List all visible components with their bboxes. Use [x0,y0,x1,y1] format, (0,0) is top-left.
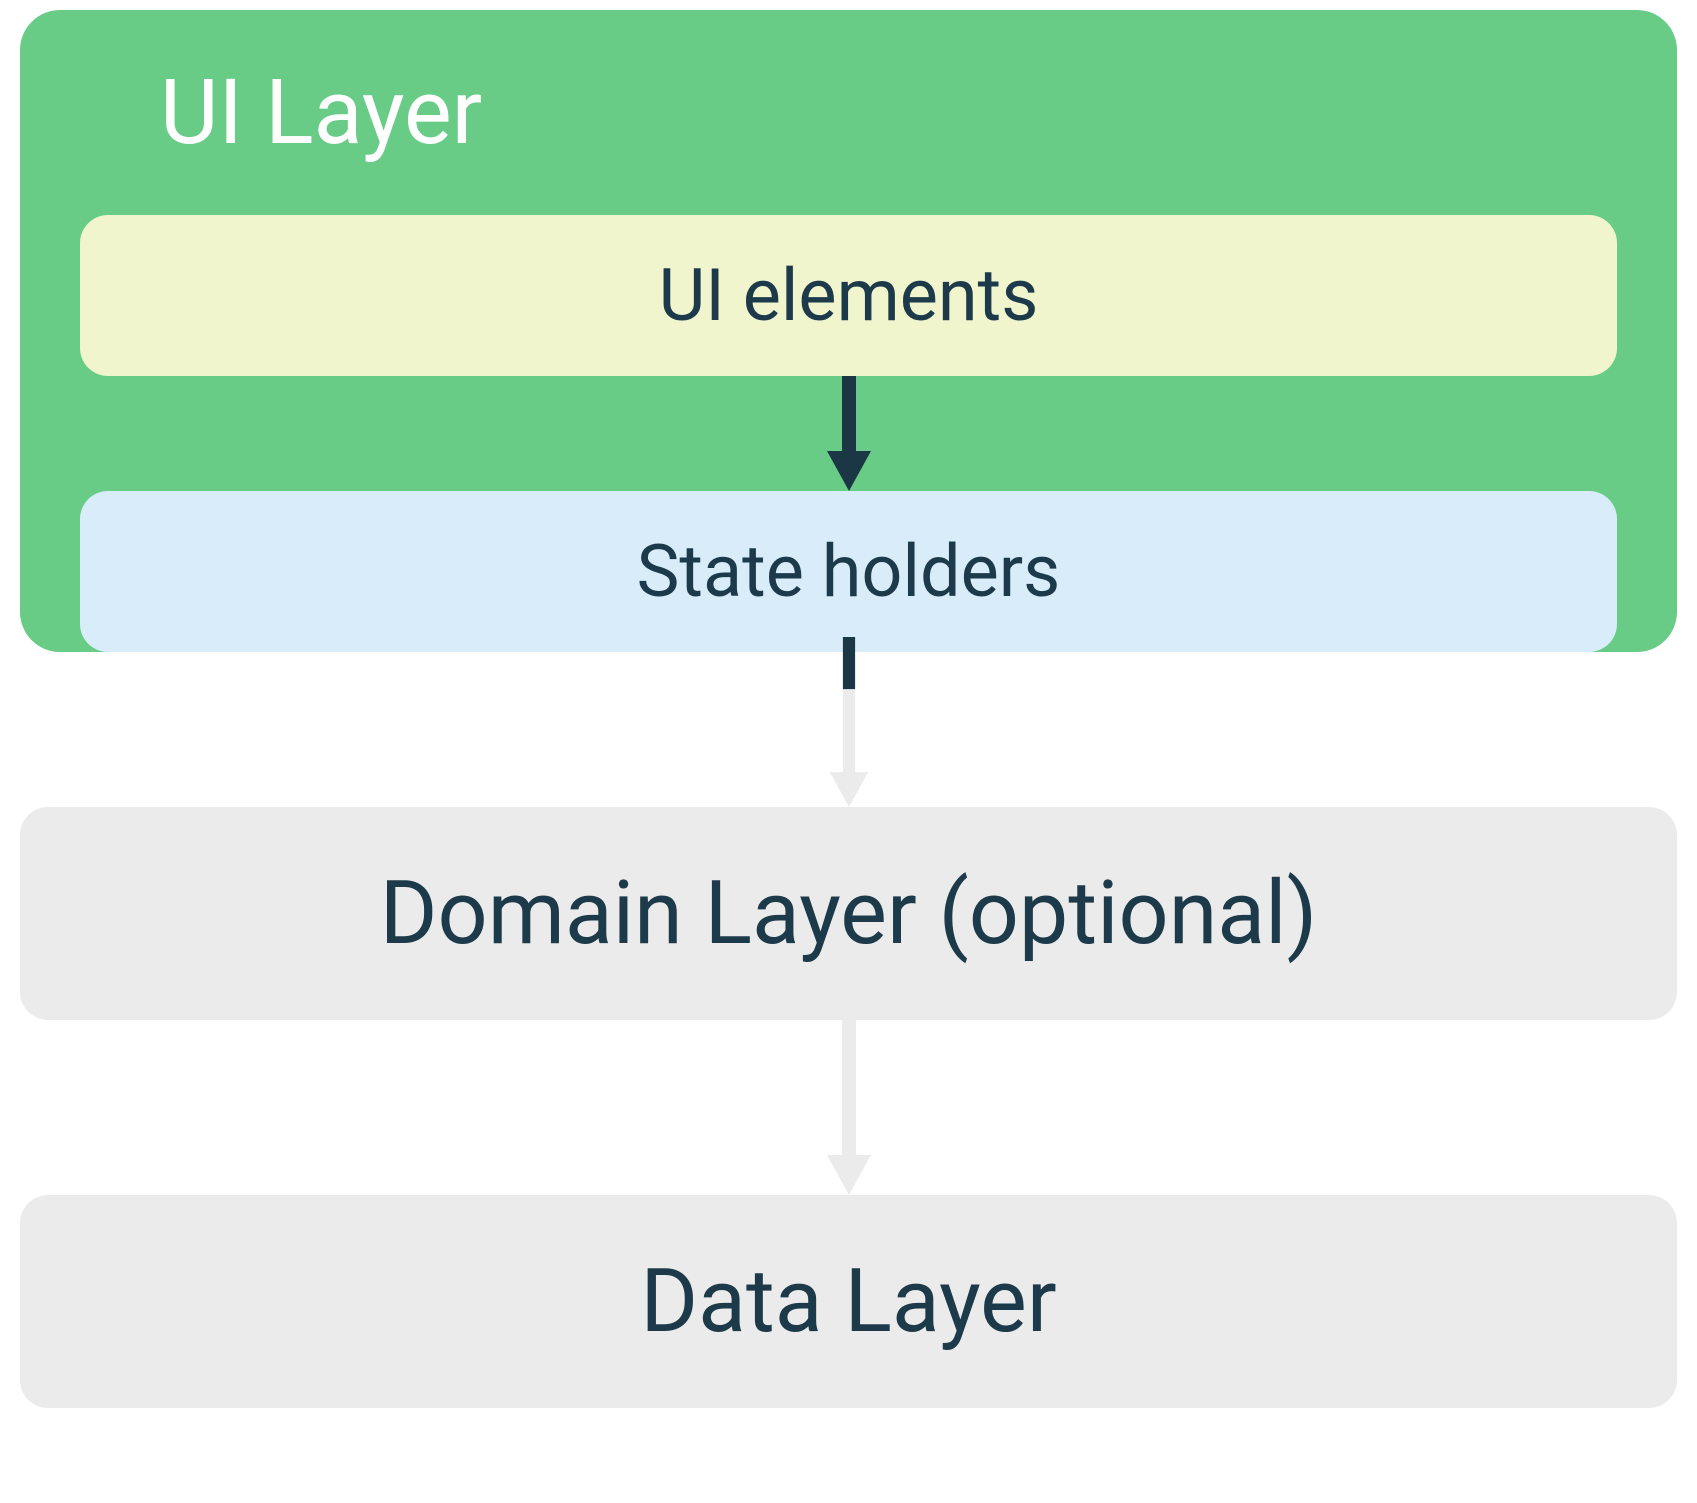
state-holders-label: State holders [637,529,1061,614]
domain-layer-box: Domain Layer (optional) [20,807,1677,1020]
ui-layer-title: UI Layer [160,60,1617,165]
arrow-down-icon [819,376,879,491]
ui-elements-label: UI elements [659,253,1039,338]
arrow-down-icon [819,637,879,807]
ui-layer-container: UI Layer UI elements State holders [20,10,1677,652]
domain-layer-label: Domain Layer (optional) [380,862,1317,965]
ui-elements-box: UI elements [80,215,1617,376]
arrow-ui-to-state [80,376,1617,491]
data-layer-label: Data Layer [640,1250,1056,1353]
arrow-state-to-domain [20,637,1677,807]
arrow-down-icon [819,1020,879,1195]
state-holders-box: State holders [80,491,1617,652]
data-layer-box: Data Layer [20,1195,1677,1408]
arrow-domain-to-data [20,1020,1677,1195]
